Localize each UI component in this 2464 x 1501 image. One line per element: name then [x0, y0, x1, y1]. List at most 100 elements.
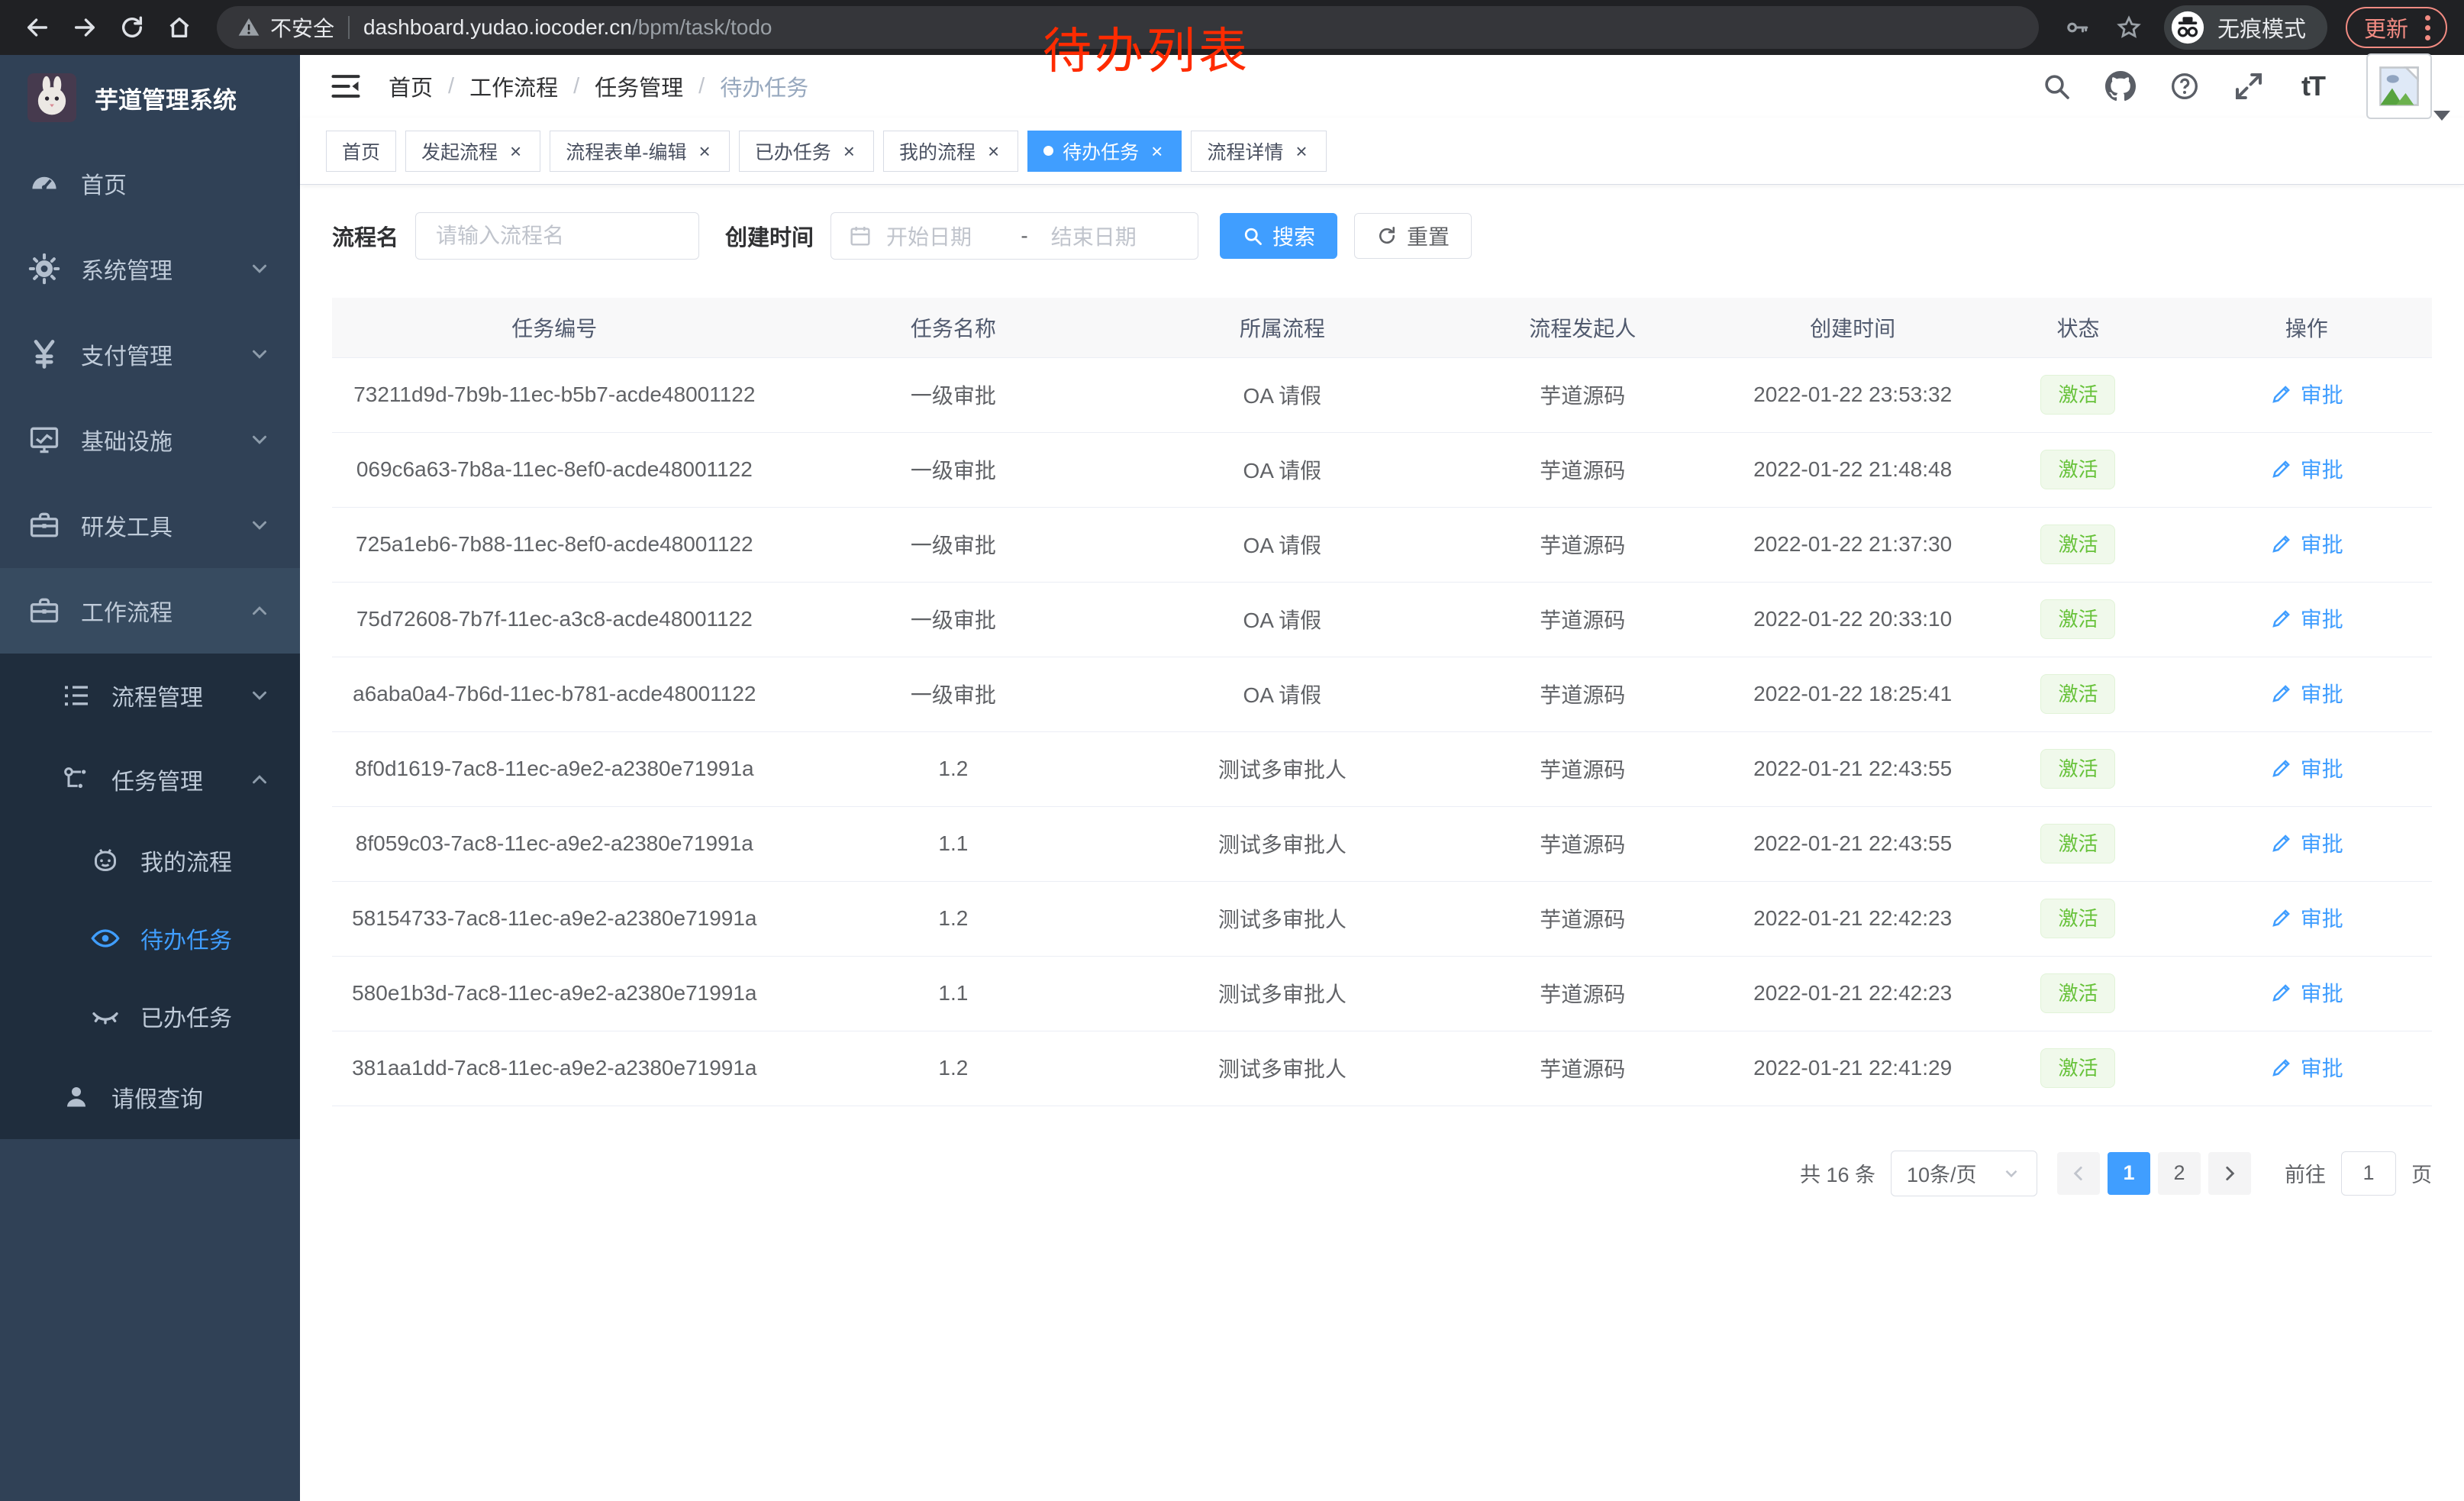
edit-pencil-icon	[2270, 1056, 2293, 1079]
starter-cell: 芋道源码	[1435, 956, 1730, 1031]
password-key-icon[interactable]	[2060, 11, 2094, 44]
sidebar-item-label: 待办任务	[140, 922, 271, 955]
sidebar-item-todo-tasks[interactable]: 待办任务	[0, 899, 300, 977]
search-icon[interactable]	[2040, 69, 2073, 103]
reload-icon[interactable]	[111, 7, 153, 48]
search-button[interactable]: 搜索	[1220, 213, 1337, 259]
approve-link[interactable]: 审批	[2270, 678, 2343, 709]
process-cell: OA 请假	[1130, 357, 1434, 432]
fullscreen-icon[interactable]	[2232, 69, 2266, 103]
status-badge: 激活	[2040, 1048, 2115, 1088]
task-id-cell: 069c6a63-7b8a-11ec-8ef0-acde48001122	[332, 432, 777, 507]
page-button-1[interactable]: 1	[2108, 1152, 2150, 1195]
sidebar-item-home[interactable]: 首页	[0, 140, 300, 226]
tab-label: 我的流程	[899, 137, 976, 165]
page-size-select[interactable]: 10条/页	[1891, 1151, 2037, 1196]
sidebar-item-workflow[interactable]: 工作流程	[0, 568, 300, 654]
approve-link[interactable]: 审批	[2270, 528, 2343, 559]
sidebar-item-infrastructure[interactable]: 基础设施	[0, 397, 300, 483]
process-name-input[interactable]	[415, 212, 699, 260]
tab-label: 首页	[342, 137, 380, 165]
chevron-down-icon	[248, 343, 271, 366]
tab-close-icon[interactable]: ×	[840, 140, 858, 163]
eye-icon	[90, 923, 121, 954]
bookmark-star-icon[interactable]	[2112, 11, 2146, 44]
insecure-label[interactable]: 不安全	[270, 12, 334, 43]
sidebar-item-payment-management[interactable]: 支付管理	[0, 311, 300, 397]
reset-button[interactable]: 重置	[1354, 213, 1472, 259]
starter-cell: 芋道源码	[1435, 432, 1730, 507]
forward-icon[interactable]	[64, 7, 105, 48]
back-icon[interactable]	[17, 7, 58, 48]
tab-close-icon[interactable]: ×	[507, 140, 524, 163]
sidebar-collapse-icon[interactable]	[329, 69, 363, 103]
breadcrumb-item[interactable]: 工作流程	[469, 70, 558, 102]
tab-label: 发起流程	[421, 137, 498, 165]
sidebar: 芋道管理系统 首页系统管理支付管理基础设施研发工具工作流程流程管理任务管理我的流…	[0, 55, 300, 1501]
sidebar-item-leave-query[interactable]: 请假查询	[0, 1055, 300, 1139]
address-bar[interactable]: 不安全 dashboard.yudao.iocoder.cn/bpm/task/…	[217, 6, 2039, 49]
starter-cell: 芋道源码	[1435, 806, 1730, 881]
main-area: 首页/工作流程/任务管理/待办任务 tT	[300, 55, 2464, 1501]
column-header: 任务编号	[332, 298, 777, 357]
sidebar-item-process-management[interactable]: 流程管理	[0, 654, 300, 738]
sidebar-item-dev-tools[interactable]: 研发工具	[0, 483, 300, 568]
tab-home[interactable]: 首页	[326, 131, 396, 172]
end-date-placeholder: 结束日期	[1033, 221, 1181, 251]
github-icon[interactable]	[2104, 69, 2137, 103]
reset-button-label: 重置	[1407, 221, 1450, 251]
edit-pencil-icon	[2270, 532, 2293, 555]
tab-close-icon[interactable]: ×	[1292, 140, 1310, 163]
create-time-cell: 2022-01-21 22:43:55	[1730, 731, 1975, 806]
help-icon[interactable]	[2168, 69, 2201, 103]
goto-page-input[interactable]	[2341, 1151, 2396, 1196]
approve-link[interactable]: 审批	[2270, 454, 2343, 484]
sidebar-menu: 首页系统管理支付管理基础设施研发工具工作流程流程管理任务管理我的流程待办任务已办…	[0, 140, 300, 1139]
tab-close-icon[interactable]: ×	[696, 140, 714, 163]
starter-cell: 芋道源码	[1435, 881, 1730, 956]
task-id-cell: 580e1b3d-7ac8-11ec-a9e2-a2380e71991a	[332, 956, 777, 1031]
date-range-picker[interactable]: 开始日期 - 结束日期	[830, 212, 1198, 260]
font-size-icon[interactable]: tT	[2296, 69, 2330, 103]
sidebar-item-task-management[interactable]: 任务管理	[0, 738, 300, 822]
breadcrumb-item[interactable]: 首页	[389, 70, 433, 102]
approve-link[interactable]: 审批	[2270, 379, 2343, 409]
sidebar-item-system-management[interactable]: 系统管理	[0, 226, 300, 311]
approve-link[interactable]: 审批	[2270, 977, 2343, 1008]
sidebar-item-my-process[interactable]: 我的流程	[0, 822, 300, 899]
sidebar-item-done-tasks[interactable]: 已办任务	[0, 977, 300, 1055]
tab-todo-tasks[interactable]: 待办任务×	[1027, 131, 1182, 172]
update-label: 更新	[2364, 11, 2408, 44]
process-cell: 测试多审批人	[1130, 806, 1434, 881]
browser-update-button[interactable]: 更新	[2346, 7, 2447, 48]
tab-close-icon[interactable]: ×	[985, 140, 1002, 163]
breadcrumb-item[interactable]: 任务管理	[595, 70, 683, 102]
approve-link[interactable]: 审批	[2270, 603, 2343, 634]
task-table: 任务编号任务名称所属流程流程发起人创建时间状态操作 73211d9d-7b9b-…	[332, 298, 2432, 1106]
tab-process-detail[interactable]: 流程详情×	[1191, 131, 1326, 172]
home-icon[interactable]	[159, 7, 200, 48]
logo[interactable]: 芋道管理系统	[0, 55, 300, 140]
approve-link[interactable]: 审批	[2270, 1052, 2343, 1083]
tab-process-form-edit[interactable]: 流程表单-编辑 ×	[550, 131, 730, 172]
status-badge: 激活	[2040, 749, 2115, 789]
browser-menu-icon[interactable]	[2422, 12, 2433, 44]
tab-close-icon[interactable]: ×	[1148, 140, 1166, 163]
tab-my-process[interactable]: 我的流程 ×	[883, 131, 1018, 172]
next-page-button[interactable]	[2208, 1152, 2251, 1195]
prev-page-button[interactable]	[2057, 1152, 2100, 1195]
edit-pencil-icon	[2270, 607, 2293, 630]
avatar[interactable]	[2366, 53, 2432, 119]
tab-done-tasks[interactable]: 已办任务×	[739, 131, 874, 172]
tab-label: 流程表单-编辑	[566, 137, 686, 165]
approve-link[interactable]: 审批	[2270, 753, 2343, 783]
approve-link[interactable]: 审批	[2270, 902, 2343, 933]
action-cell: 审批	[2182, 731, 2432, 806]
task-name-cell: 一级审批	[777, 657, 1130, 731]
approve-link[interactable]: 审批	[2270, 828, 2343, 858]
tab-initiate-process[interactable]: 发起流程 ×	[405, 131, 540, 172]
status-badge: 激活	[2040, 525, 2115, 564]
page-button-2[interactable]: 2	[2158, 1152, 2201, 1195]
browser-chrome: 不安全 dashboard.yudao.iocoder.cn/bpm/task/…	[0, 0, 2464, 55]
breadcrumb: 首页/工作流程/任务管理/待办任务	[389, 70, 808, 102]
